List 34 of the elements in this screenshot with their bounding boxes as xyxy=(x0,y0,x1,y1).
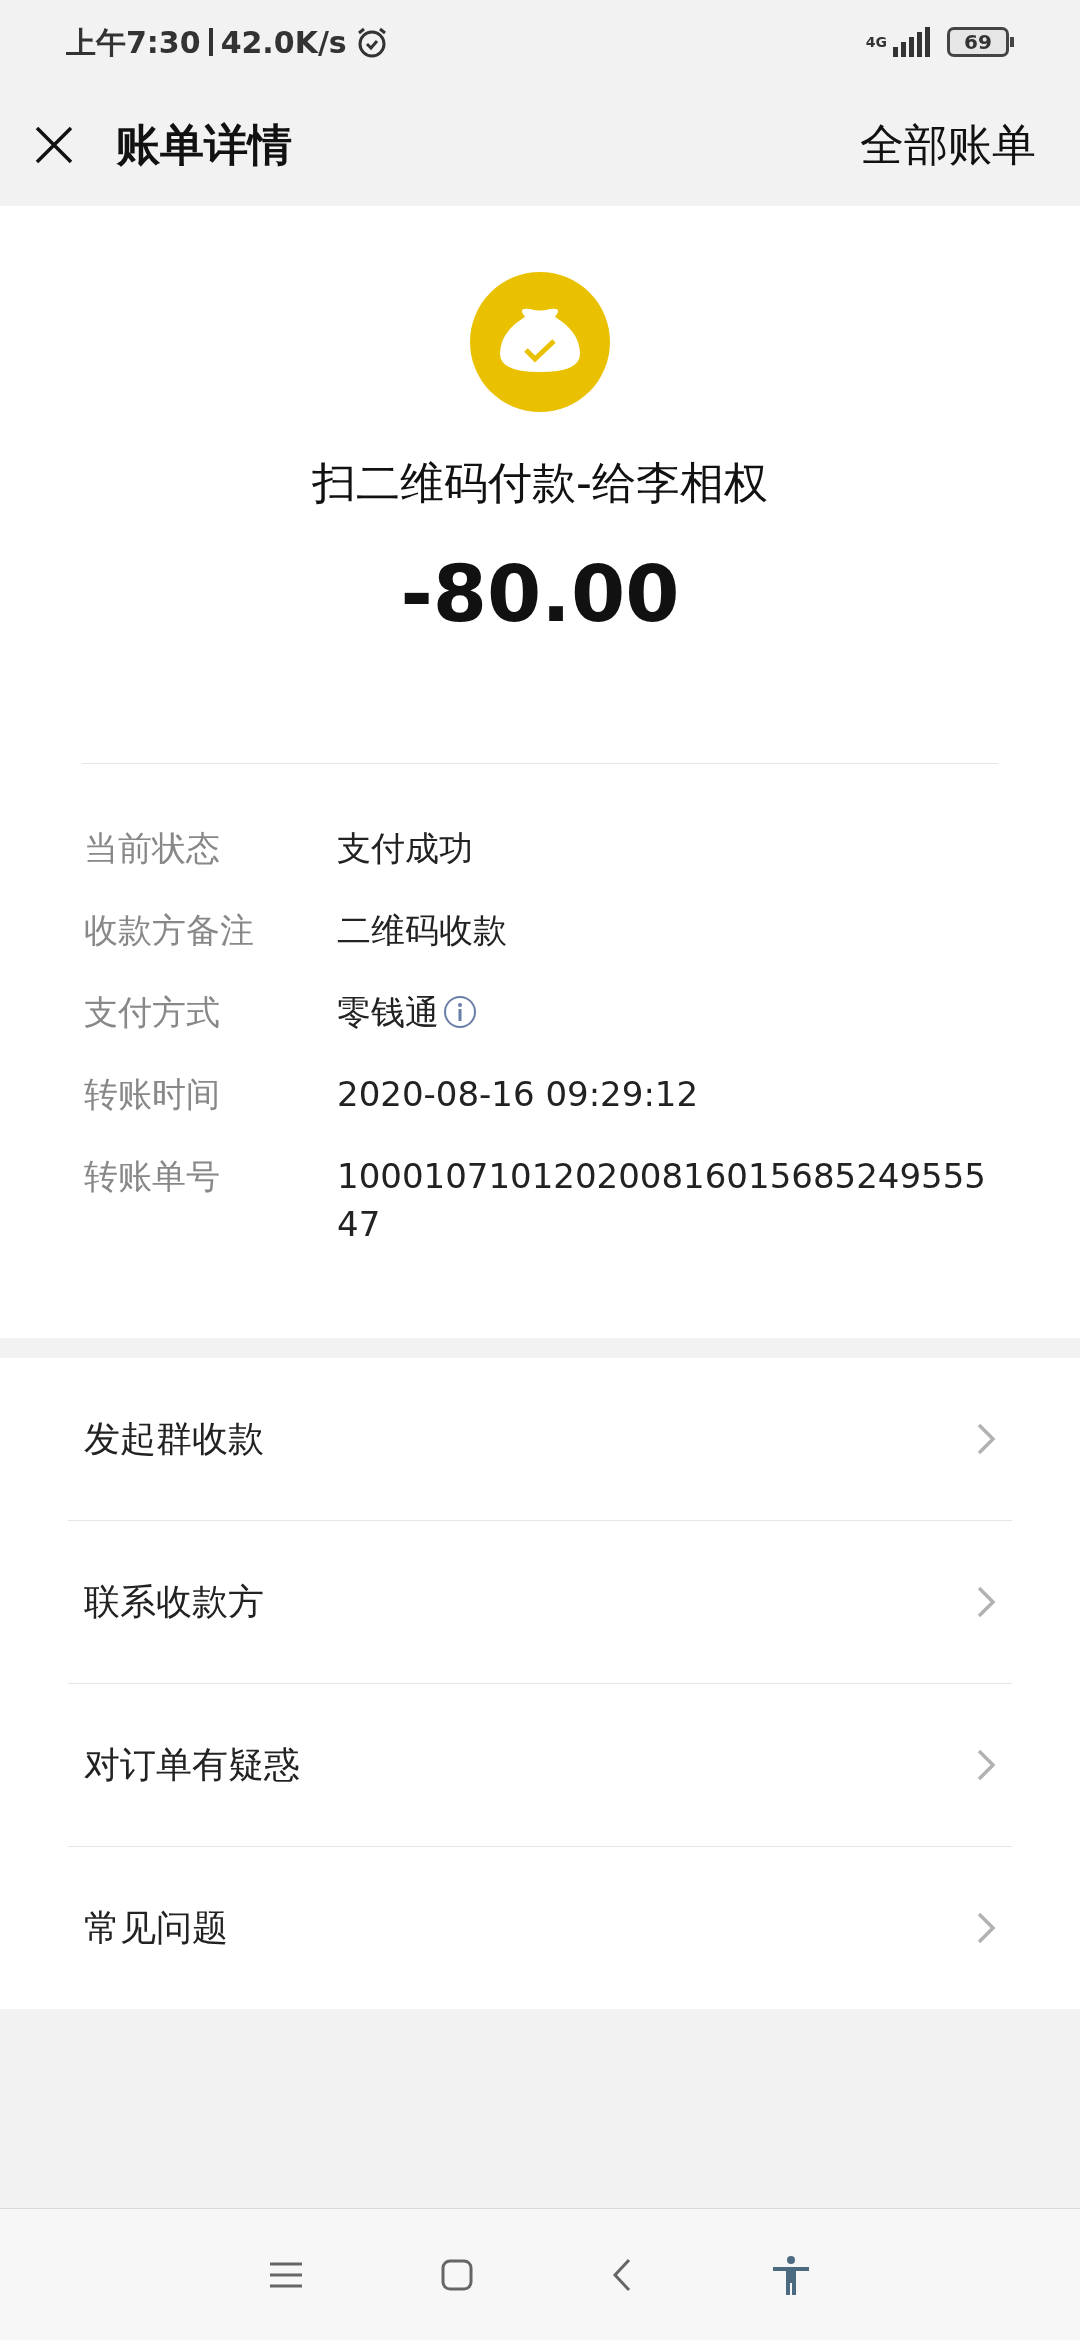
status-time: 上午7:30 xyxy=(66,23,201,62)
money-bag-icon xyxy=(470,272,610,412)
battery-indicator: 69 xyxy=(947,27,1009,57)
menu-icon[interactable] xyxy=(269,2260,302,2289)
detail-value: 二维码收款 xyxy=(337,909,507,952)
chevron-right-icon xyxy=(976,1585,996,1619)
all-bills-link[interactable]: 全部账单 xyxy=(860,112,1036,178)
detail-label: 转账单号 xyxy=(84,1155,221,1198)
action-row[interactable]: 对订单有疑惑 xyxy=(68,1684,1012,1846)
action-row[interactable]: 联系收款方 xyxy=(68,1521,1012,1683)
info-icon[interactable] xyxy=(443,995,477,1029)
home-icon[interactable] xyxy=(440,2258,473,2291)
action-row[interactable]: 常见问题 xyxy=(68,1847,1012,2009)
signal-icon xyxy=(891,27,931,57)
payment-title: 扫二维码付款-给李相权 xyxy=(312,456,768,510)
detail-label: 转账时间 xyxy=(84,1073,221,1116)
detail-label: 当前状态 xyxy=(84,827,221,870)
detail-value: 2020-08-16 09:29:12 xyxy=(337,1073,699,1116)
detail-label: 支付方式 xyxy=(84,991,221,1034)
back-icon[interactable] xyxy=(611,2257,632,2292)
chevron-right-icon xyxy=(976,1748,996,1782)
network-type: 4G xyxy=(865,35,887,49)
detail-value: 零钱通 xyxy=(337,991,439,1034)
detail-label: 收款方备注 xyxy=(84,909,255,952)
network-speed: 42.0K/s xyxy=(220,23,347,62)
action-row[interactable]: 发起群收款 xyxy=(68,1358,1012,1520)
detail-value: 10001071012020081601568524955547 xyxy=(337,1155,987,1246)
close-icon[interactable] xyxy=(34,125,74,165)
payment-amount: -80.00 xyxy=(400,548,680,641)
page-title: 账单详情 xyxy=(116,118,292,172)
detail-value: 支付成功 xyxy=(337,827,473,870)
accessibility-icon[interactable] xyxy=(770,2254,811,2295)
chevron-right-icon xyxy=(976,1422,996,1456)
chevron-right-icon xyxy=(976,1911,996,1945)
